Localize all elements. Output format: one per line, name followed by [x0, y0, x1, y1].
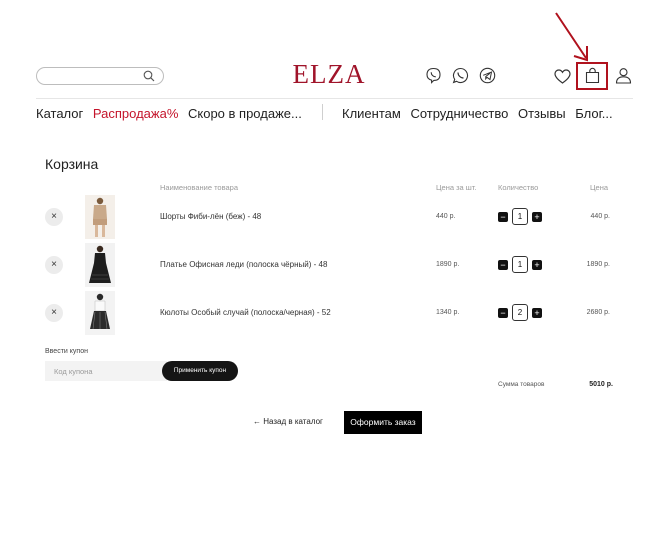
nav-item-blog[interactable]: Блог... — [575, 106, 612, 121]
product-image[interactable] — [85, 195, 115, 239]
red-arrow-annotation — [555, 12, 588, 62]
subtotal-label: Сумма товаров — [498, 381, 545, 388]
unit-price: 440 р. — [436, 213, 456, 220]
decrease-quantity-button[interactable]: − — [498, 308, 508, 318]
increase-quantity-button[interactable]: + — [532, 308, 542, 318]
remove-item-button[interactable]: × — [45, 208, 63, 226]
column-header-name: Наименование товара — [160, 183, 239, 192]
nav-left: Каталог Распродажа% Скоро в продаже... — [36, 105, 302, 123]
nav-item-coming-soon[interactable]: Скоро в продаже... — [188, 106, 302, 121]
apply-coupon-button[interactable]: Применить купон — [162, 361, 238, 381]
quantity-value[interactable]: 2 — [512, 304, 528, 321]
nav-item-catalog[interactable]: Каталог — [36, 106, 83, 121]
line-total: 440 р. — [590, 213, 610, 220]
product-name[interactable]: Шорты Фиби-лён (беж) - 48 — [160, 212, 261, 221]
product-image[interactable] — [85, 291, 115, 335]
header-divider — [36, 98, 633, 99]
product-name[interactable]: Платье Офисная леди (полоска чёрный) - 4… — [160, 260, 327, 269]
decrease-quantity-button[interactable]: − — [498, 212, 508, 222]
unit-price: 1890 р. — [436, 261, 460, 268]
column-header-unit-price: Цена за шт. — [436, 183, 477, 192]
nav-item-sale[interactable]: Распродажа% — [93, 106, 178, 121]
quantity-value[interactable]: 1 — [512, 208, 528, 225]
coupon-input[interactable] — [45, 361, 167, 381]
whatsapp-icon[interactable] — [452, 67, 469, 84]
nav-item-reviews[interactable]: Отзывы — [518, 106, 566, 121]
remove-item-button[interactable]: × — [45, 256, 63, 274]
subtotal-value: 5010 р. — [589, 381, 613, 388]
line-total: 1890 р. — [586, 261, 610, 268]
quantity-value[interactable]: 1 — [512, 256, 528, 273]
nav-right: Клиентам Сотрудничество Отзывы Блог... — [342, 105, 613, 123]
user-icon[interactable] — [615, 67, 632, 84]
checkout-button[interactable]: Оформить заказ — [344, 411, 422, 434]
search-input[interactable] — [45, 69, 141, 83]
logo[interactable]: ELZA — [280, 58, 378, 90]
heart-icon[interactable] — [554, 68, 571, 85]
viber-icon[interactable] — [425, 67, 442, 84]
increase-quantity-button[interactable]: + — [532, 212, 542, 222]
product-image[interactable] — [85, 243, 115, 287]
column-header-quantity: Количество — [498, 183, 539, 192]
page-title: Корзина — [45, 156, 99, 172]
nav-item-cooperation[interactable]: Сотрудничество — [410, 106, 508, 121]
back-to-catalog-link[interactable]: ← Назад в каталог — [253, 417, 323, 426]
telegram-icon[interactable] — [479, 67, 496, 84]
nav-item-clients[interactable]: Клиентам — [342, 106, 401, 121]
coupon-label: Ввести купон — [45, 348, 88, 355]
nav-separator — [322, 104, 323, 120]
increase-quantity-button[interactable]: + — [532, 260, 542, 270]
search-box[interactable] — [36, 67, 164, 85]
decrease-quantity-button[interactable]: − — [498, 260, 508, 270]
column-header-total: Цена — [590, 183, 609, 192]
search-icon[interactable] — [143, 70, 155, 82]
line-total: 2680 р. — [586, 309, 610, 316]
product-name[interactable]: Кюлоты Особый случай (полоска/черная) - … — [160, 308, 331, 317]
bag-icon[interactable] — [584, 67, 601, 84]
remove-item-button[interactable]: × — [45, 304, 63, 322]
unit-price: 1340 р. — [436, 309, 460, 316]
